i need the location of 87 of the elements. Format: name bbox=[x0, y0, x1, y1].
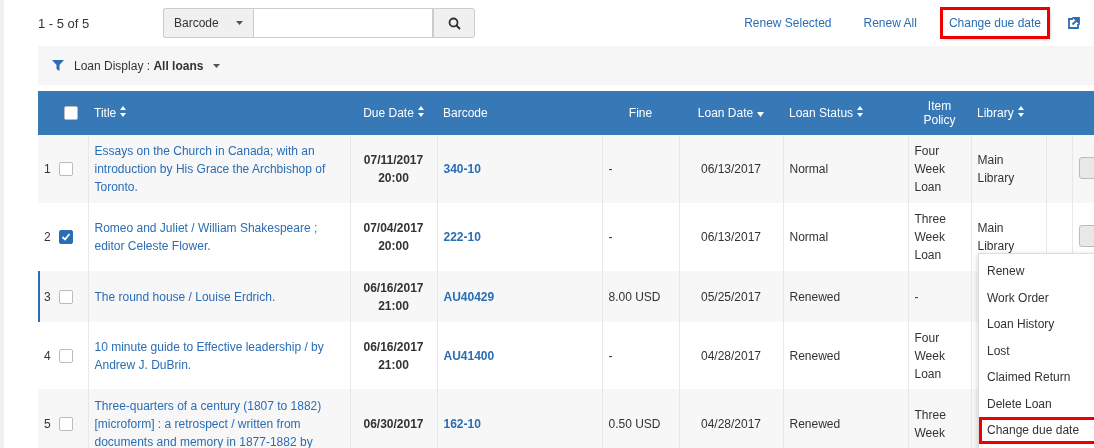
due-date: 06/30/2017 bbox=[362, 416, 425, 433]
column-header[interactable]: Library bbox=[971, 91, 1046, 135]
sort-descending-icon bbox=[757, 112, 765, 117]
row-actions-button[interactable] bbox=[1078, 156, 1094, 179]
checkbox[interactable] bbox=[64, 106, 78, 120]
checkbox[interactable] bbox=[58, 417, 73, 431]
barcode-link[interactable]: AU40429 bbox=[443, 289, 495, 304]
due-time: 20:00 bbox=[377, 170, 410, 187]
loan-status: Renewed bbox=[789, 289, 841, 304]
loan-status: Normal bbox=[789, 230, 829, 244]
due-date: 07/11/2017 bbox=[362, 152, 425, 169]
checkbox[interactable] bbox=[58, 348, 73, 363]
checkbox[interactable] bbox=[58, 162, 73, 176]
loan-date: 04/28/2017 bbox=[700, 417, 762, 431]
due-date: 06/16/2017 bbox=[362, 279, 425, 297]
menu-item[interactable]: Delete Loan bbox=[979, 390, 1094, 417]
loan-status: Renewed bbox=[789, 417, 841, 431]
result-count: 1 - 5 of 5 bbox=[38, 15, 91, 31]
search-field[interactable] bbox=[253, 8, 433, 38]
fine-text: - bbox=[608, 230, 613, 244]
fine-text: - bbox=[608, 162, 613, 176]
menu-item[interactable]: Loan History bbox=[979, 311, 1094, 338]
barcode-link[interactable]: 340-10 bbox=[443, 162, 481, 176]
menu-item[interactable]: Change due date bbox=[979, 417, 1094, 444]
title-link[interactable]: The round house / Louise Erdrich. bbox=[94, 287, 344, 306]
loan-date: 05/25/2017 bbox=[700, 289, 762, 304]
title-link[interactable]: Essays on the Church in Canada; with an introduction by His Grace the Archbishop of Toronto. bbox=[94, 142, 344, 196]
menu-item[interactable]: Work Order bbox=[979, 284, 1094, 311]
search-button[interactable] bbox=[433, 8, 475, 38]
sort-icon bbox=[1017, 106, 1024, 117]
column-header[interactable]: Item Policy bbox=[908, 91, 971, 135]
column-header[interactable]: Loan Status bbox=[783, 91, 908, 135]
fine-text: 0.50 USD bbox=[608, 417, 661, 431]
loan-date: 04/28/2017 bbox=[700, 348, 762, 363]
action-link[interactable]: Change due date bbox=[942, 10, 1047, 36]
row-number: 4 bbox=[44, 348, 51, 363]
sort-icon bbox=[120, 106, 127, 117]
row-number: 3 bbox=[44, 289, 51, 304]
checkbox[interactable] bbox=[58, 230, 73, 244]
title-link[interactable]: Romeo and Juliet / William Shakespeare ; editor Celeste Flower. bbox=[94, 219, 344, 255]
column-header[interactable]: Due Date bbox=[350, 91, 437, 135]
caret-icon[interactable] bbox=[213, 63, 221, 68]
sort-icon bbox=[417, 106, 424, 117]
row-number: 1 bbox=[44, 162, 51, 176]
fine-text: 8.00 USD bbox=[608, 289, 661, 304]
menu-item[interactable]: Renew bbox=[979, 258, 1094, 285]
menu-item[interactable]: Claimed Return bbox=[979, 364, 1094, 391]
loan-display-filter[interactable]: Loan Display : All loans bbox=[74, 58, 204, 73]
action-link[interactable]: Renew All bbox=[857, 10, 923, 36]
item-policy: Four Week Loan bbox=[914, 330, 945, 381]
barcode-link[interactable]: 222-10 bbox=[443, 230, 481, 244]
item-policy: Four Week Loan bbox=[914, 144, 945, 194]
sort-icon bbox=[857, 106, 864, 117]
item-policy: Three Week Loan bbox=[914, 212, 946, 262]
column-header[interactable]: Barcode bbox=[437, 91, 602, 135]
search-icon bbox=[447, 16, 461, 30]
title-link[interactable]: 10 minute guide to Effective leadership / by Andrew J. DuBrin. bbox=[94, 337, 344, 374]
search-scope-dropdown[interactable]: Barcode bbox=[163, 8, 253, 38]
row-actions-button[interactable] bbox=[1078, 224, 1094, 247]
barcode-link[interactable]: 162-10 bbox=[443, 417, 481, 431]
checkbox[interactable] bbox=[58, 289, 73, 304]
due-time: 20:00 bbox=[377, 238, 410, 255]
loan-status: Normal bbox=[789, 162, 829, 176]
fine-text: - bbox=[608, 348, 613, 363]
library-text: Main Library bbox=[977, 221, 1015, 253]
column-header[interactable]: Title bbox=[88, 91, 350, 135]
item-policy: - bbox=[914, 289, 919, 304]
library-text: Main Library bbox=[977, 153, 1015, 185]
title-link[interactable]: Three-quarters of a century (1807 to 1882) [microform] : a retrospect / written from documents and memory in 1877-1882 by bbox=[94, 397, 344, 448]
due-date: 06/16/2017 bbox=[362, 338, 425, 356]
due-date: 07/04/2017 bbox=[362, 220, 425, 237]
due-time: 21:00 bbox=[377, 297, 410, 315]
menu-item[interactable]: Lost bbox=[979, 337, 1094, 364]
external-link-icon[interactable] bbox=[1067, 16, 1080, 30]
caret-icon bbox=[236, 21, 243, 25]
filter-icon[interactable] bbox=[52, 60, 64, 71]
action-link[interactable]: Renew Selected bbox=[738, 10, 838, 36]
row-number: 5 bbox=[44, 417, 51, 431]
loan-status: Renewed bbox=[789, 348, 841, 363]
loan-date: 06/13/2017 bbox=[700, 162, 762, 176]
column-header[interactable]: Fine bbox=[602, 91, 679, 135]
due-time: 21:00 bbox=[377, 356, 410, 374]
row-number: 2 bbox=[44, 230, 51, 244]
loan-date: 06/13/2017 bbox=[700, 230, 762, 244]
column-header[interactable]: Loan Date bbox=[679, 91, 783, 135]
barcode-link[interactable]: AU41400 bbox=[443, 348, 495, 363]
item-policy: Three Week bbox=[914, 408, 946, 440]
